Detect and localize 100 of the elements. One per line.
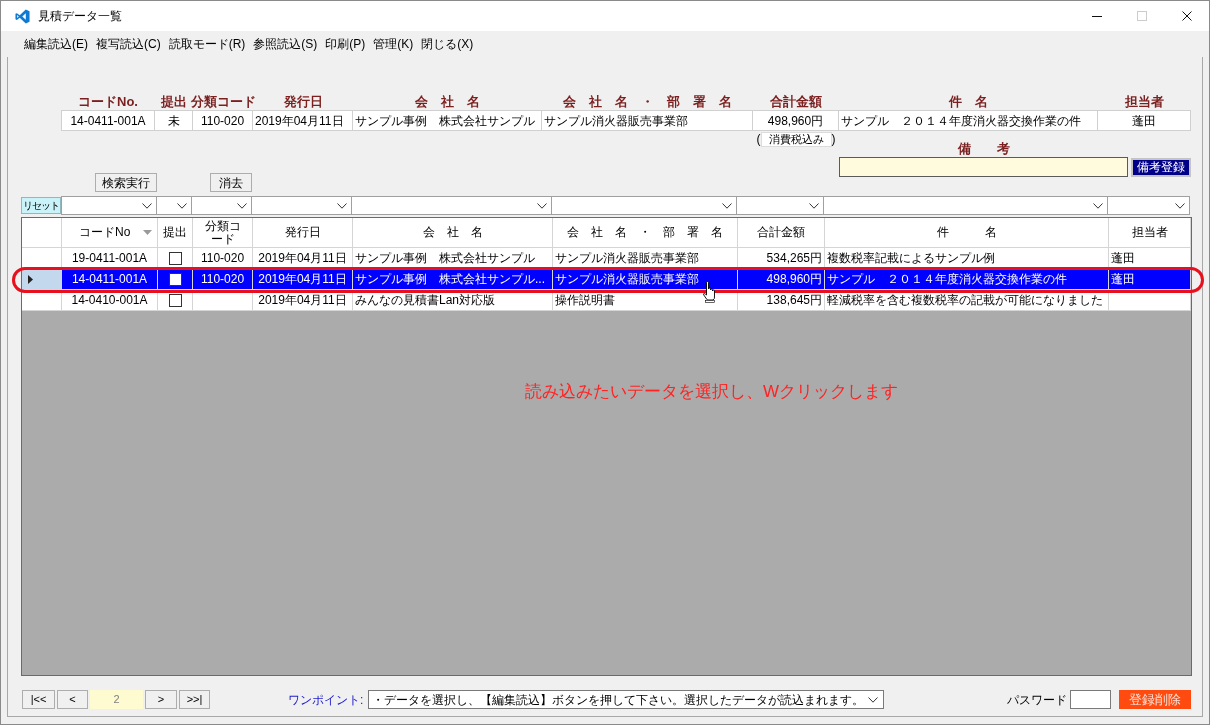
- column-header[interactable]: 会 社 名: [353, 218, 553, 247]
- table-cell: サンプル ２０１４年度消火器交換作業の件: [825, 269, 1109, 289]
- field-label: 件 名: [949, 92, 988, 111]
- table-cell: 498,960円: [738, 269, 825, 289]
- clear-button[interactable]: 消去: [210, 173, 252, 192]
- window-title: 見積データ一覧: [38, 8, 122, 25]
- sort-descending-icon: [143, 230, 152, 235]
- chevron-down-icon: [1175, 202, 1185, 209]
- table-cell: 110-020: [193, 269, 253, 289]
- menu-item[interactable]: 読取モード(R): [164, 33, 250, 55]
- previous-page-button[interactable]: <: [57, 690, 88, 709]
- reset-button[interactable]: リセット: [21, 197, 61, 214]
- table-cell: 複数税率記載によるサンプル例: [825, 248, 1109, 268]
- tip-label: ワンポイント:: [288, 691, 364, 709]
- field-value: 蓬田: [1098, 110, 1191, 131]
- table-cell: 2019年04月11日: [253, 290, 353, 310]
- maximize-icon: [1136, 11, 1147, 21]
- chevron-down-icon: [537, 202, 547, 209]
- password-field[interactable]: [1070, 690, 1111, 709]
- field-label: 会 社 名: [415, 92, 480, 111]
- table-cell: 蓬田: [1109, 269, 1191, 289]
- password-label: パスワード: [1007, 691, 1067, 709]
- filter-dropdown[interactable]: [737, 196, 824, 215]
- last-page-button[interactable]: >>|: [179, 690, 210, 709]
- menu-item[interactable]: 編集読込(E): [20, 33, 92, 55]
- bracket-text: ): [831, 132, 836, 147]
- register-remarks-button[interactable]: 備考登録: [1131, 157, 1191, 177]
- filter-dropdown[interactable]: [352, 196, 552, 215]
- menu-item[interactable]: 参照読込(S): [249, 33, 322, 55]
- close-icon: [1181, 11, 1192, 21]
- filter-dropdown[interactable]: [824, 196, 1108, 215]
- row-pointer-icon: [28, 274, 33, 284]
- chevron-down-icon: [1093, 202, 1103, 209]
- table-cell: サンプル事例 株式会社サンプル: [353, 248, 553, 268]
- table-cell: 軽減税率を含む複数税率の記載が可能になりました: [825, 290, 1109, 310]
- app-icon: [15, 8, 30, 24]
- search-button[interactable]: 検索実行: [95, 173, 157, 192]
- filter-dropdown[interactable]: [61, 196, 157, 215]
- filter-dropdown[interactable]: [157, 196, 192, 215]
- table-cell: 19-0411-001A: [62, 248, 158, 268]
- field-value: サンプル消火器販売事業部: [542, 110, 753, 131]
- table-cell: 14-0410-001A: [62, 290, 158, 310]
- checkbox[interactable]: [168, 293, 182, 307]
- chevron-down-icon: [722, 202, 732, 209]
- table-cell: 110-020: [193, 248, 253, 268]
- table-cell: 14-0411-001A: [62, 269, 158, 289]
- next-page-button[interactable]: >: [145, 690, 177, 709]
- field-label: 発行日: [283, 92, 323, 111]
- menu-item[interactable]: 管理(K): [369, 33, 418, 55]
- field-value: 未: [155, 110, 193, 131]
- column-header[interactable]: 合計金額: [738, 218, 825, 247]
- tip-dropdown[interactable]: ・データを選択し、【編集読込】ボタンを押して下さい。選択したデータが読込まれます。: [368, 690, 885, 709]
- checkbox[interactable]: [168, 272, 182, 286]
- menu-item[interactable]: 閉じる(X): [417, 33, 478, 55]
- field-label: コードNo.: [78, 92, 138, 111]
- filter-dropdown[interactable]: [1108, 196, 1190, 215]
- field-label: 分類コード: [190, 92, 256, 111]
- table-row[interactable]: 14-0411-001A 110-020 2019年04月11日 サンプル事例 株式会社サンプル... サンプル消火器販売事業部 498,960円 サンプル ２０１４年度消火器交換作業の件 蓬田: [22, 269, 1191, 290]
- page-number-field[interactable]: 2: [90, 690, 143, 709]
- column-header[interactable]: 分類コード: [193, 218, 253, 247]
- table-cell: サンプル消火器販売事業部: [553, 248, 738, 268]
- field-value: 110-020: [193, 110, 253, 131]
- field-label: 提出: [161, 92, 187, 111]
- chevron-down-icon: [868, 696, 879, 703]
- field-value: サンプル ２０１４年度消火器交換作業の件: [839, 110, 1098, 131]
- hand-cursor-icon: [702, 281, 717, 303]
- menu-item[interactable]: 複写読込(C): [92, 33, 165, 55]
- table-cell: サンプル事例 株式会社サンプル...: [353, 269, 553, 289]
- field-value: サンプル事例 株式会社サンプル: [353, 110, 542, 131]
- column-header[interactable]: 担当者: [1109, 218, 1191, 247]
- table-cell: 534,265円: [738, 248, 825, 268]
- checkbox[interactable]: [168, 251, 182, 265]
- table-cell: 2019年04月11日: [253, 248, 353, 268]
- table-row[interactable]: 19-0411-001A 110-020 2019年04月11日 サンプル事例 株式会社サンプル サンプル消火器販売事業部 534,265円 複数税率記載によるサンプル例 蓬田: [22, 248, 1191, 269]
- bracket-text: (: [756, 132, 761, 147]
- chevron-down-icon: [337, 202, 347, 209]
- tax-included-button[interactable]: 消費税込み: [760, 132, 832, 147]
- chevron-down-icon: [142, 202, 152, 209]
- chevron-down-icon: [809, 202, 819, 209]
- instruction-text: 読み込みたいデータを選択し、Wクリックします: [525, 382, 899, 401]
- first-page-button[interactable]: |<<: [22, 690, 55, 709]
- column-header[interactable]: 件 名: [825, 218, 1109, 247]
- filter-dropdown[interactable]: [192, 196, 252, 215]
- column-header[interactable]: 提出: [158, 218, 193, 247]
- column-header[interactable]: 発行日: [253, 218, 353, 247]
- field-value: 2019年04月11日: [253, 110, 353, 131]
- table-cell: みんなの見積書Lan対応版: [353, 290, 553, 310]
- column-header[interactable]: 会 社 名 ・ 部 署 名: [553, 218, 738, 247]
- field-value: 14-0411-001A: [61, 110, 155, 131]
- remarks-field[interactable]: [839, 157, 1128, 177]
- filter-dropdown[interactable]: [252, 196, 352, 215]
- field-label: 会 社 名 ・ 部 署 名: [563, 92, 732, 111]
- column-header[interactable]: コードNo: [62, 218, 158, 247]
- filter-dropdown[interactable]: [552, 196, 737, 215]
- menu-item[interactable]: 印刷(P): [321, 33, 370, 55]
- table-cell: 2019年04月11日: [253, 269, 353, 289]
- table-cell: 138,645円: [738, 290, 825, 310]
- field-label: 合計金額: [770, 92, 822, 111]
- field-label: 担当者: [1125, 92, 1164, 111]
- minimize-icon: [1091, 15, 1102, 17]
